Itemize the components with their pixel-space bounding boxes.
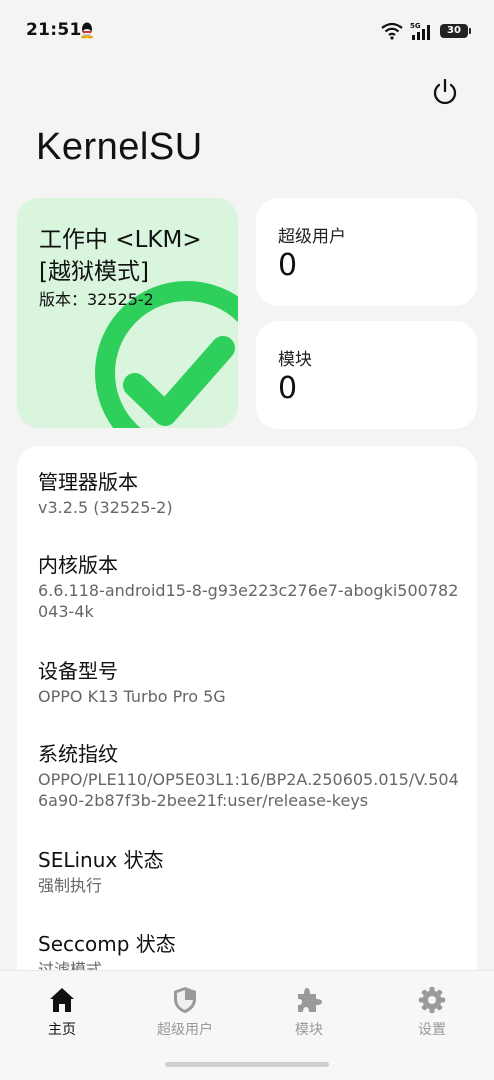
qq-notification-icon [81,22,93,39]
home-icon [50,988,74,1012]
info-title: 系统指纹 [38,742,118,766]
info-system-fingerprint: 系统指纹 OPPO/PLE110/OP5E03L1:16/BP2A.250605… [38,742,468,811]
power-icon [433,78,457,105]
module-count-card[interactable]: 模块 0 [256,321,477,429]
superuser-count-value: 0 [278,248,298,283]
nav-home-label: 主页 [48,1022,76,1038]
power-button[interactable] [426,73,464,111]
status-time: 21:51 [26,20,82,40]
nav-home[interactable]: 主页 [12,985,112,1039]
status-bar: 21:51 5G 30 [0,0,494,60]
info-value: 强制执行 [38,876,103,895]
info-title: 内核版本 [38,553,118,577]
battery-icon: 30 [440,24,471,38]
info-title: Seccomp 状态 [38,932,176,956]
jailbreak-mode-text: [越狱模式] [39,259,149,285]
battery-level: 30 [447,25,461,36]
info-value: OPPO/PLE110/OP5E03L1:16/BP2A.250605.015/… [38,770,459,810]
module-count-value: 0 [278,371,298,406]
info-selinux-status: SELinux 状态 强制执行 [38,848,468,896]
info-kernel-version: 内核版本 6.6.118-android15-8-g93e223c276e7-a… [38,553,468,622]
network-type-text: 5G [410,22,421,30]
info-title: 设备型号 [38,659,118,683]
info-manager-version: 管理器版本 v3.2.5 (32525-2) [38,470,468,518]
info-value: 6.6.118-android15-8-g93e223c276e7-abogki… [38,581,459,621]
app-title: KernelSU [36,126,203,168]
superuser-count-card[interactable]: 超级用户 0 [256,198,477,306]
home-indicator[interactable] [165,1062,329,1067]
info-value: OPPO K13 Turbo Pro 5G [38,687,226,706]
working-status-card[interactable]: 工作中 <LKM> [越狱模式] 版本：32525-2 [17,198,238,428]
nav-superuser-label: 超级用户 [157,1022,213,1038]
info-title: 管理器版本 [38,470,138,494]
nav-modules-label: 模块 [295,1022,323,1038]
nav-modules[interactable]: 模块 [259,985,359,1039]
nav-settings[interactable]: 设置 [382,985,482,1039]
puzzle-icon [298,988,322,1012]
status-icons: 5G 30 [380,20,471,42]
wifi-icon [381,22,403,40]
nav-superuser[interactable]: 超级用户 [135,985,235,1039]
screen: 21:51 5G 30 KernelSU 工作中 <LKM> [越狱模式] 版本… [0,0,494,1080]
gear-icon [419,987,445,1013]
info-title: SELinux 状态 [38,848,164,872]
signal-icon: 5G [410,22,430,40]
info-device-model: 设备型号 OPPO K13 Turbo Pro 5G [38,659,468,707]
info-value: v3.2.5 (32525-2) [38,498,173,517]
shield-icon [174,987,196,1013]
working-status-text: 工作中 <LKM> [39,227,202,253]
module-count-label: 模块 [278,350,312,370]
nav-settings-label: 设置 [418,1022,446,1038]
superuser-count-label: 超级用户 [278,227,346,247]
ksu-version-text: 版本：32525-2 [39,290,154,309]
